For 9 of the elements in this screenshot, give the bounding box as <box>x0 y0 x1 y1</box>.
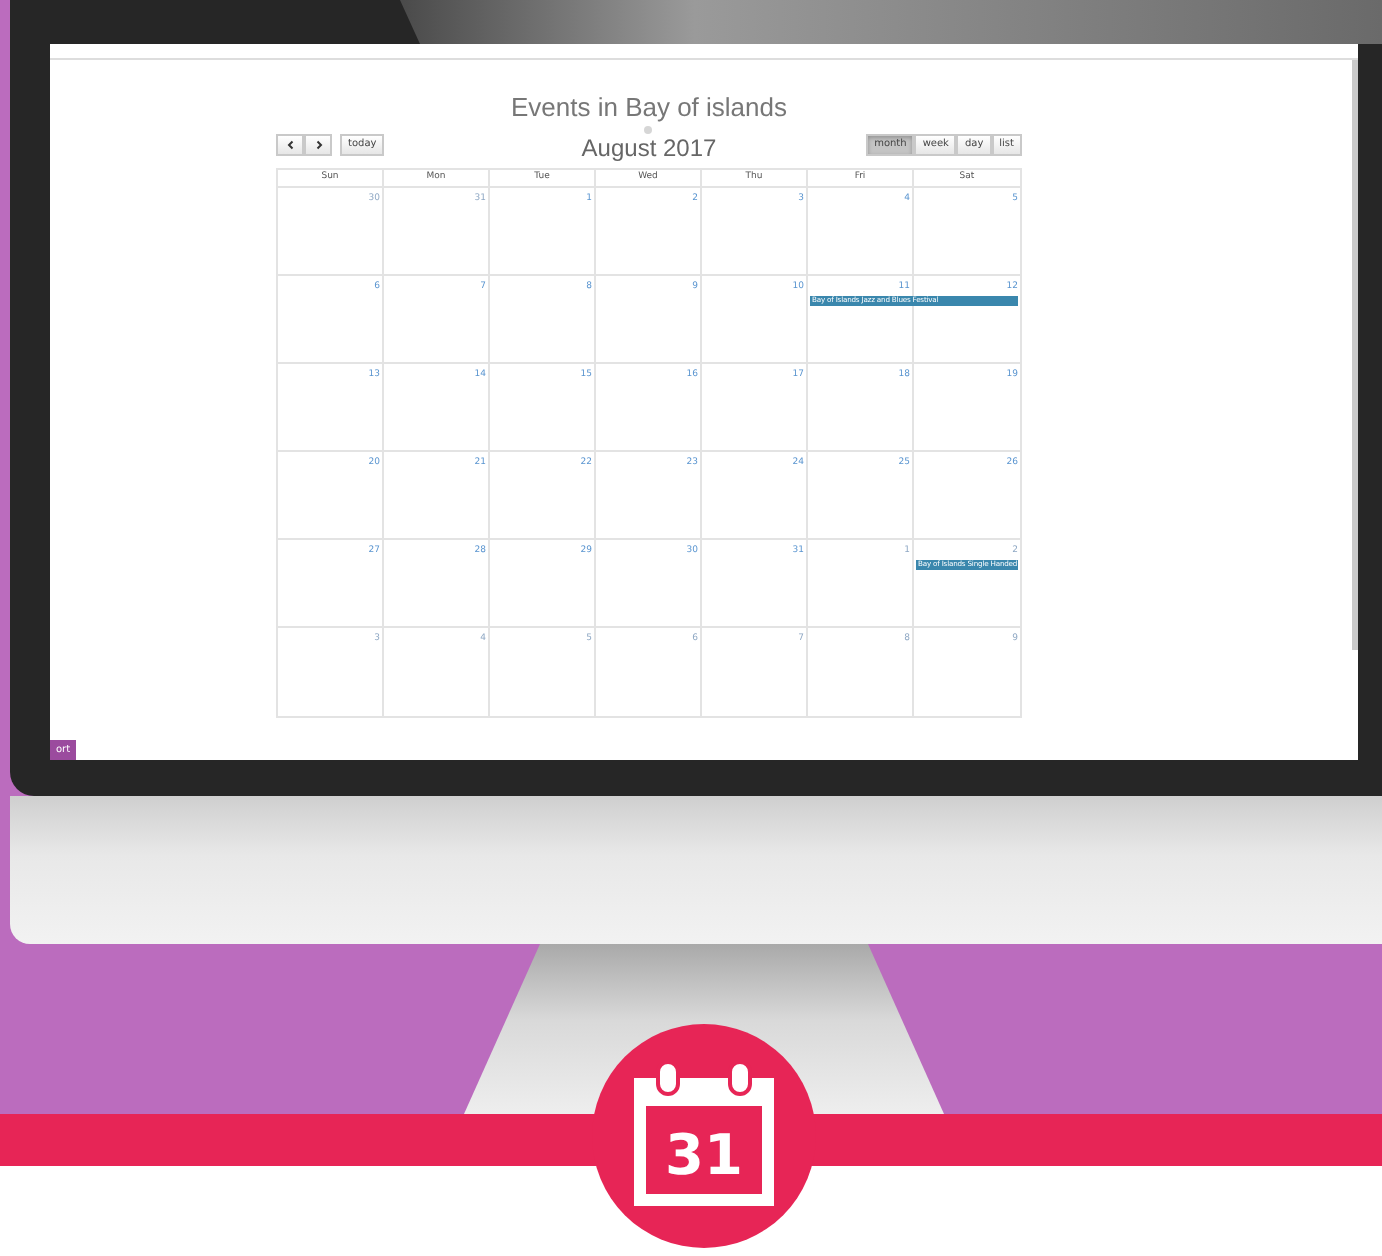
calendar-title: Events in Bay of islands <box>508 92 790 124</box>
loading-dot-icon <box>644 126 653 134</box>
month-heading: August 2017 <box>581 136 717 162</box>
next-button[interactable] <box>304 133 332 155</box>
chevron-left-icon <box>285 139 295 149</box>
previous-button[interactable] <box>276 133 304 155</box>
chevron-right-icon <box>313 139 323 149</box>
scrollbar[interactable] <box>1352 60 1358 650</box>
calendar-day-number: 31 <box>663 1126 745 1186</box>
